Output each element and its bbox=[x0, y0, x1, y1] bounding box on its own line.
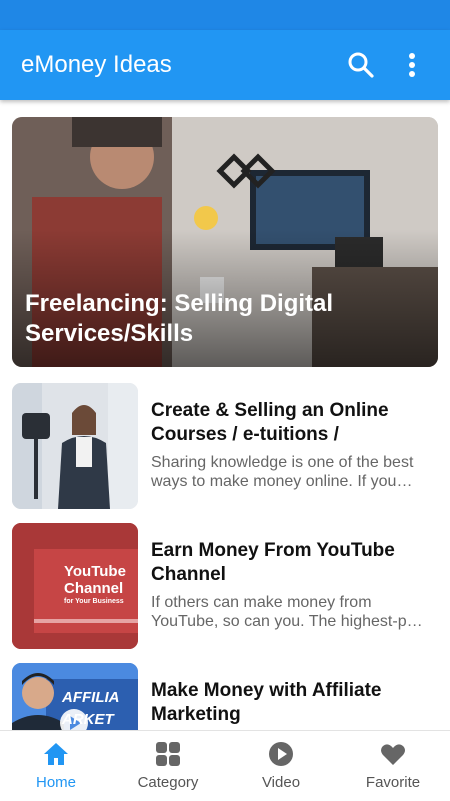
nav-video[interactable]: Video bbox=[225, 731, 337, 801]
article-title: Earn Money From YouTube Channel bbox=[151, 540, 395, 585]
search-icon bbox=[348, 52, 374, 78]
online-course-thumbnail-image bbox=[12, 383, 138, 509]
article-description: If others can make money from YouTube, s… bbox=[151, 594, 428, 630]
more-options-button[interactable] bbox=[398, 50, 426, 80]
nav-category[interactable]: Category bbox=[112, 731, 224, 801]
nav-category-label: Category bbox=[137, 774, 199, 791]
grid-icon bbox=[156, 742, 180, 766]
nav-favorite-label: Favorite bbox=[365, 774, 421, 791]
article-thumbnail: YouTube Channel for Your Business bbox=[12, 523, 138, 649]
thumbnail-caption: AFFILIA ARKET bbox=[62, 689, 120, 728]
nav-home[interactable]: Home bbox=[0, 731, 112, 801]
article-title: Make Money with Affiliate Marketing bbox=[151, 680, 382, 725]
article-item[interactable]: Create & Selling an Online Courses / e-t… bbox=[12, 383, 438, 509]
home-icon bbox=[44, 743, 68, 765]
article-title: Create & Selling an Online Courses / e-t… bbox=[151, 400, 389, 445]
article-feed: Freelancing: Selling Digital Services/Sk… bbox=[0, 100, 450, 730]
heart-icon bbox=[381, 744, 405, 765]
featured-article-card[interactable]: Freelancing: Selling Digital Services/Sk… bbox=[12, 117, 438, 367]
app-title: eMoney Ideas bbox=[21, 51, 172, 78]
article-item[interactable]: AFFILIA ARKET Make Money with Affiliate … bbox=[12, 663, 438, 730]
app-bar: eMoney Ideas bbox=[0, 30, 450, 100]
nav-video-label: Video bbox=[261, 774, 301, 791]
status-bar bbox=[0, 0, 450, 30]
article-description: Sharing knowledge is one of the best way… bbox=[151, 454, 414, 490]
nav-favorite[interactable]: Favorite bbox=[337, 731, 449, 801]
play-circle-icon bbox=[269, 742, 293, 766]
search-button[interactable] bbox=[346, 50, 376, 80]
nav-home-label: Home bbox=[35, 774, 76, 791]
article-thumbnail bbox=[12, 383, 138, 509]
featured-article-title: Freelancing: Selling Digital Services/Sk… bbox=[25, 290, 334, 347]
thumbnail-caption: YouTube Channel for Your Business bbox=[64, 563, 126, 605]
more-vert-icon bbox=[409, 53, 415, 77]
article-thumbnail: AFFILIA ARKET bbox=[12, 663, 138, 730]
bottom-navigation: Home Category Video Favorite bbox=[0, 730, 450, 800]
article-item[interactable]: YouTube Channel for Your Business Earn M… bbox=[12, 523, 438, 649]
